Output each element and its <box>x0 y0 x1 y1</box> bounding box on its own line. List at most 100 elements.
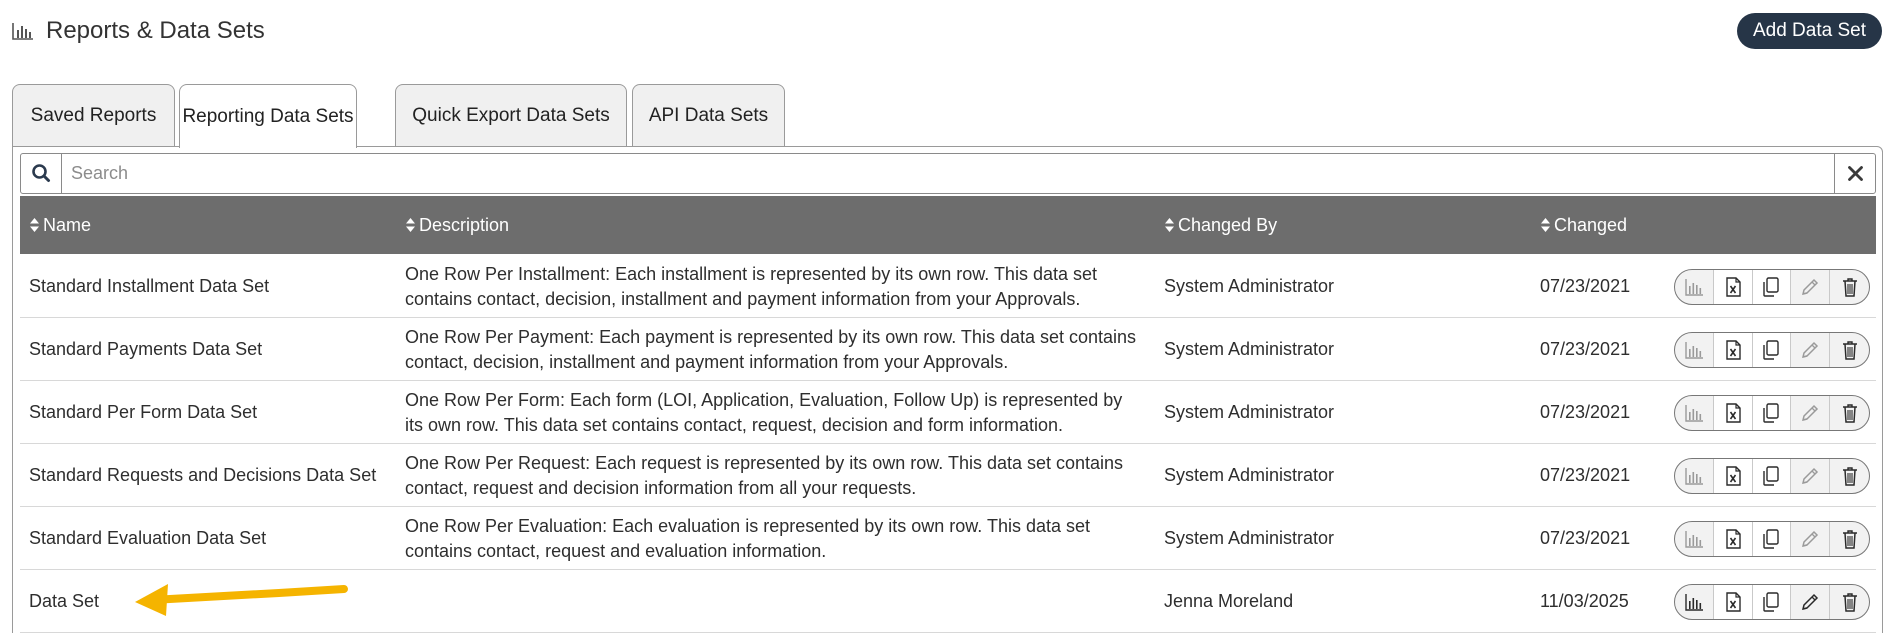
delete-icon <box>1842 341 1857 360</box>
delete-icon <box>1842 467 1857 486</box>
clear-search-button[interactable] <box>1834 154 1875 193</box>
excel-icon <box>1725 592 1741 612</box>
tab-label: API Data Sets <box>648 105 769 126</box>
edit-icon <box>1802 467 1819 485</box>
edit-button[interactable] <box>1791 522 1831 556</box>
delete-button[interactable] <box>1830 522 1869 556</box>
row-changed-by: System Administrator <box>1164 465 1335 485</box>
description-text: One Row Per Form: Each form (LOI, Applic… <box>405 389 1123 435</box>
delete-button[interactable] <box>1830 396 1869 430</box>
copy-button[interactable] <box>1752 585 1792 619</box>
description-text: One Row Per Payment: Each payment is rep… <box>405 326 1137 372</box>
sort-icon <box>406 218 415 232</box>
row-changed-date: 07/23/2021 <box>1540 465 1631 485</box>
row-name: Data Set <box>29 591 100 611</box>
chart-button[interactable] <box>1675 333 1714 367</box>
delete-button[interactable] <box>1830 270 1869 304</box>
search-button[interactable] <box>21 154 62 193</box>
bar-chart-icon <box>12 23 33 40</box>
row-description: One Row Per Payment: Each payment is rep… <box>405 318 1145 381</box>
excel-button[interactable] <box>1713 270 1753 304</box>
chart-button[interactable] <box>1675 459 1714 493</box>
column-header-changed[interactable]: Changed <box>1540 196 1627 254</box>
row-description: One Row Per Installment: Each installmen… <box>405 255 1145 318</box>
copy-icon <box>1763 277 1780 297</box>
excel-icon <box>1725 277 1741 297</box>
excel-icon <box>1725 403 1741 423</box>
copy-button[interactable] <box>1752 270 1792 304</box>
chart-icon <box>1685 405 1703 422</box>
description-text: One Row Per Request: Each request is rep… <box>405 452 1124 498</box>
copy-button[interactable] <box>1752 459 1792 493</box>
row-name: Standard Payments Data Set <box>29 339 263 359</box>
row-description: One Row Per Evaluation: Each evaluation … <box>405 507 1145 570</box>
delete-button[interactable] <box>1830 459 1869 493</box>
row-description <box>405 570 1145 633</box>
table-row: Standard Evaluation Data Set One Row Per … <box>20 507 1876 570</box>
table-row: Standard Installment Data Set One Row Per… <box>20 255 1876 318</box>
edit-icon <box>1802 593 1819 611</box>
excel-button[interactable] <box>1713 522 1753 556</box>
excel-icon <box>1725 529 1741 549</box>
tab-saved-reports[interactable]: Saved Reports <box>12 84 175 147</box>
description-text: One Row Per Installment: Each installmen… <box>405 263 1097 309</box>
row-name: Standard Installment Data Set <box>29 276 270 296</box>
copy-button[interactable] <box>1752 522 1792 556</box>
search-bar <box>20 153 1876 194</box>
edit-button[interactable] <box>1791 270 1831 304</box>
row-actions <box>1674 269 1870 305</box>
chart-button[interactable] <box>1675 585 1714 619</box>
tab-api-data-sets[interactable]: API Data Sets <box>632 84 785 147</box>
edit-icon <box>1802 278 1819 296</box>
column-label: Name <box>43 214 92 235</box>
copy-icon <box>1763 403 1780 423</box>
tab-reporting-data-sets[interactable]: Reporting Data Sets <box>179 84 357 148</box>
page-title: Reports & Data Sets <box>46 17 265 44</box>
row-actions <box>1674 584 1870 620</box>
excel-button[interactable] <box>1713 459 1753 493</box>
edit-button[interactable] <box>1791 459 1831 493</box>
row-changed-by: Jenna Moreland <box>1164 591 1294 611</box>
table-row: Standard Per Form Data Set One Row Per Fo… <box>20 381 1876 444</box>
delete-button[interactable] <box>1830 333 1869 367</box>
table-row: Standard Requests and Decisions Data Set… <box>20 444 1876 507</box>
row-name: Standard Requests and Decisions Data Set <box>29 465 377 485</box>
edit-icon <box>1802 530 1819 548</box>
excel-button[interactable] <box>1713 396 1753 430</box>
copy-button[interactable] <box>1752 396 1792 430</box>
excel-button[interactable] <box>1713 585 1753 619</box>
column-header-description[interactable]: Description <box>405 196 509 254</box>
edit-button[interactable] <box>1791 333 1831 367</box>
copy-icon <box>1763 592 1780 612</box>
excel-button[interactable] <box>1713 333 1753 367</box>
chart-icon <box>1685 279 1703 296</box>
row-actions <box>1674 395 1870 431</box>
magnifier-icon <box>32 164 50 182</box>
column-header-changed-by[interactable]: Changed By <box>1164 196 1277 254</box>
table-header: Name Description Changed By Changed <box>20 196 1876 254</box>
search-input[interactable] <box>63 154 1833 193</box>
edit-icon <box>1802 404 1819 422</box>
copy-icon <box>1763 466 1780 486</box>
copy-button[interactable] <box>1752 333 1792 367</box>
row-name: Standard Evaluation Data Set <box>29 528 267 548</box>
delete-icon <box>1842 404 1857 423</box>
column-header-name[interactable]: Name <box>29 196 91 254</box>
chart-button[interactable] <box>1675 396 1714 430</box>
row-description: One Row Per Request: Each request is rep… <box>405 444 1145 507</box>
chart-button[interactable] <box>1675 270 1714 304</box>
delete-button[interactable] <box>1830 585 1869 619</box>
edit-icon <box>1802 341 1819 359</box>
tab-quick-export-data-sets[interactable]: Quick Export Data Sets <box>395 84 627 147</box>
edit-button[interactable] <box>1791 396 1831 430</box>
row-changed-by: System Administrator <box>1164 339 1335 359</box>
excel-icon <box>1725 340 1741 360</box>
page-header: Reports & Data Sets Add Data Set <box>12 12 1882 52</box>
add-data-set-button[interactable]: Add Data Set <box>1736 13 1882 49</box>
row-changed-date: 07/23/2021 <box>1540 528 1631 548</box>
tab-label: Quick Export Data Sets <box>412 105 610 126</box>
chart-icon <box>1685 594 1703 611</box>
row-name: Standard Per Form Data Set <box>29 402 258 422</box>
edit-button[interactable] <box>1791 585 1831 619</box>
chart-button[interactable] <box>1675 522 1714 556</box>
